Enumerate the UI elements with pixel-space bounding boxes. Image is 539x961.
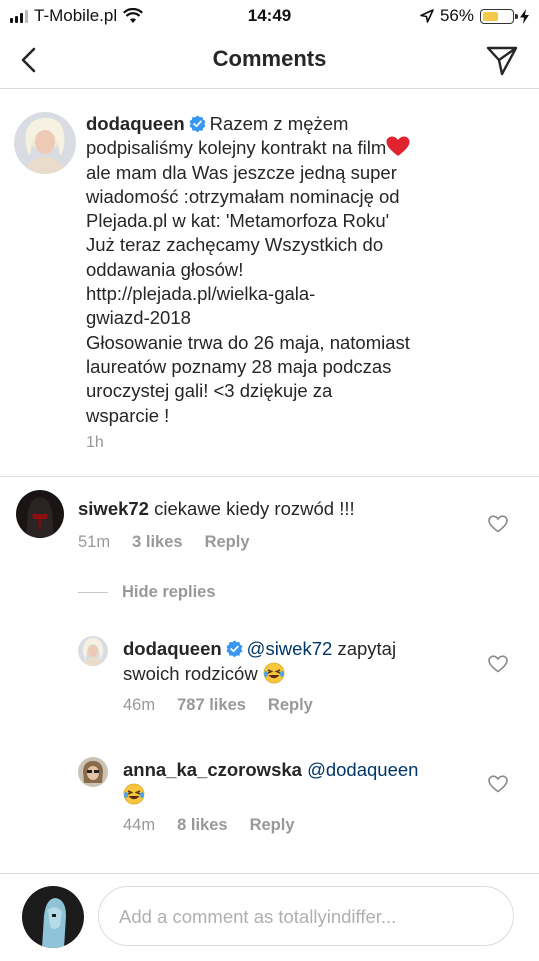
avatar[interactable] bbox=[78, 636, 108, 666]
heart-outline-icon[interactable] bbox=[488, 775, 508, 793]
reply-text: dodaqueen @siwek72 zapytaj swoich rodzicó… bbox=[123, 638, 397, 684]
mention-link[interactable]: @siwek72 bbox=[247, 638, 333, 659]
likes-count[interactable]: 3 likes bbox=[132, 533, 182, 552]
timestamp: 1h bbox=[86, 434, 104, 451]
reply-button[interactable]: Reply bbox=[250, 816, 295, 835]
reply-text: anna_ka_czorowska @dodaqueen bbox=[123, 757, 418, 807]
comment-input[interactable] bbox=[117, 887, 491, 947]
caption: dodaqueen Razem z mężem podpisaliśmy kole… bbox=[86, 113, 410, 426]
username[interactable]: siwek72 bbox=[78, 498, 149, 519]
timestamp: 51m bbox=[78, 533, 111, 551]
heart-outline-icon[interactable] bbox=[488, 515, 508, 533]
hide-replies-button[interactable]: Hide replies bbox=[78, 583, 216, 602]
reply-button[interactable]: Reply bbox=[268, 696, 313, 715]
red-heart-emoji bbox=[386, 136, 410, 157]
avatar[interactable] bbox=[78, 757, 108, 787]
charging-bolt-icon bbox=[520, 8, 529, 24]
paper-plane-icon[interactable] bbox=[485, 43, 519, 77]
avatar[interactable] bbox=[14, 112, 76, 174]
username[interactable]: anna_ka_czorowska bbox=[123, 759, 302, 780]
header: Comments bbox=[0, 34, 539, 89]
username[interactable]: dodaqueen bbox=[86, 113, 185, 134]
reply-button[interactable]: Reply bbox=[205, 533, 250, 552]
page-title: Comments bbox=[212, 46, 327, 71]
likes-count[interactable]: 787 likes bbox=[177, 696, 246, 715]
status-bar: T-Mobile.pl 14:49 56% bbox=[0, 0, 539, 34]
heart-outline-icon[interactable] bbox=[488, 655, 508, 673]
comment-composer bbox=[0, 873, 539, 961]
battery-icon bbox=[480, 8, 518, 24]
reply-meta: 44m 8 likes Reply bbox=[123, 816, 295, 835]
likes-count[interactable]: 8 likes bbox=[177, 816, 227, 835]
username[interactable]: dodaqueen bbox=[123, 638, 222, 659]
laughing-tears-emoji bbox=[123, 783, 145, 805]
comment-text: siwek72 ciekawe kiedy rozwód !!! bbox=[78, 498, 355, 519]
laughing-tears-emoji bbox=[263, 662, 285, 684]
mention-link[interactable]: @dodaqueen bbox=[307, 759, 418, 780]
reply-meta: 46m 787 likes Reply bbox=[123, 696, 313, 715]
timestamp: 44m bbox=[123, 816, 156, 834]
comment-meta: 51m 3 likes Reply bbox=[78, 533, 250, 552]
avatar[interactable] bbox=[16, 490, 64, 538]
comment-input-box[interactable] bbox=[98, 886, 514, 947]
location-arrow-icon bbox=[420, 9, 434, 23]
battery-percent: 56% bbox=[439, 6, 474, 25]
avatar bbox=[22, 886, 84, 948]
verified-badge-icon bbox=[189, 115, 206, 132]
battery-level bbox=[483, 11, 498, 21]
timestamp: 46m bbox=[123, 696, 156, 714]
verified-badge-icon bbox=[226, 640, 243, 657]
divider bbox=[0, 476, 539, 477]
